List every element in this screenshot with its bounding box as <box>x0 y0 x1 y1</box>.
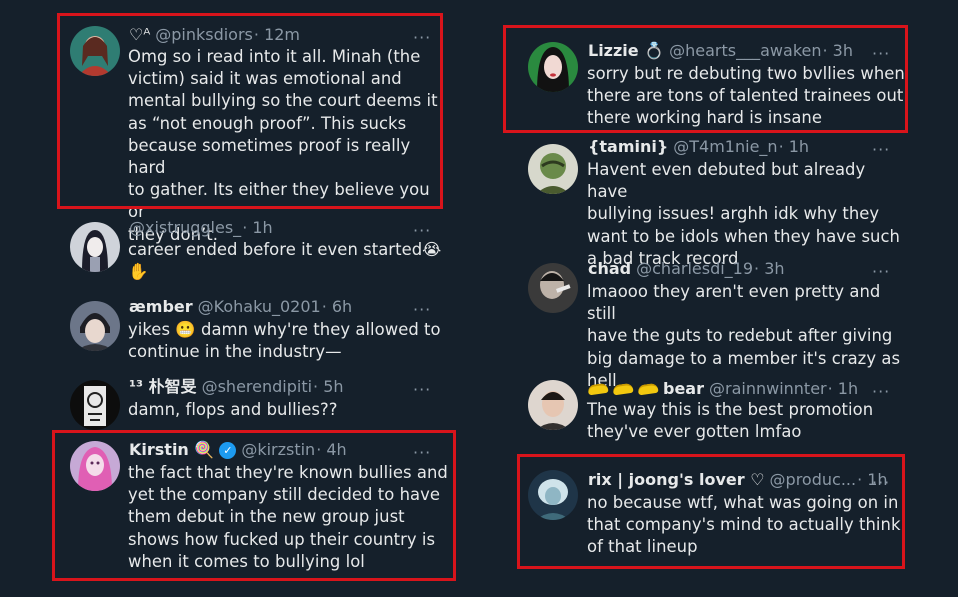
tweet-text: Havent even debuted but already have bul… <box>587 160 900 268</box>
avatar[interactable] <box>70 441 120 491</box>
avatar[interactable] <box>528 263 578 313</box>
handle[interactable]: @charlesdi_19 <box>636 259 753 279</box>
display-name[interactable]: ¹³ 朴智旻 <box>129 377 197 397</box>
display-name[interactable]: Kirstin 🍭 <box>129 440 214 460</box>
timestamp[interactable]: · 1h <box>242 218 273 238</box>
badge-symbol: ♡ᴬ <box>129 25 151 44</box>
handle[interactable]: @hearts___awaken <box>669 41 821 61</box>
more-options-icon[interactable]: ··· <box>872 384 890 400</box>
handle[interactable]: @xistruggles_ <box>129 218 241 238</box>
handle[interactable]: @kirzstin <box>241 440 315 460</box>
tweet-text: sorry but re debuting two bvllies when t… <box>587 64 905 128</box>
timestamp[interactable]: · 3h <box>754 259 785 279</box>
tweet-sherendipiti[interactable]: ¹³ 朴智旻 @sherendipiti · 5h ··· damn, flop… <box>0 374 470 430</box>
avatar[interactable] <box>528 470 578 520</box>
avatar[interactable] <box>528 144 578 194</box>
banana-emoji-icon <box>612 382 634 396</box>
tweet-kirzstin[interactable]: Kirstin 🍭 ✓ @kirzstin · 4h ··· the fact … <box>0 434 470 580</box>
more-options-icon[interactable]: ··· <box>872 264 890 280</box>
avatar[interactable] <box>70 26 120 76</box>
tweet-rainnwinnter[interactable]: bear @rainnwinnter · 1h ··· The way this… <box>488 377 958 447</box>
banana-emoji-icon <box>587 382 609 396</box>
more-options-icon[interactable]: ··· <box>413 382 431 398</box>
handle[interactable]: @pinksdiors <box>155 25 253 45</box>
banana-emoji-icon <box>637 382 659 396</box>
tweet-produc[interactable]: rix | joong's lover ♡ @produc... · 1h ··… <box>488 459 958 565</box>
avatar[interactable] <box>528 380 578 430</box>
tweet-text: The way this is the best promotion they'… <box>587 400 874 442</box>
timestamp[interactable]: · 1h <box>828 379 859 399</box>
tweet-pinksdiors[interactable]: ♡ᴬ @pinksdiors · 12m ··· Omg so i read i… <box>0 18 470 244</box>
display-name[interactable]: æmber <box>129 297 193 317</box>
timestamp[interactable]: · 12m <box>254 25 300 45</box>
tweet-text: yikes 😬 damn why're they allowed to cont… <box>128 320 441 362</box>
more-options-icon[interactable]: ··· <box>413 223 431 239</box>
avatar[interactable] <box>70 301 120 351</box>
tweet-xistruggles[interactable]: @xistruggles_ · 1h ··· career ended befo… <box>0 214 470 292</box>
display-name[interactable]: chad <box>588 259 631 279</box>
tweet-aember[interactable]: æmber @Kohaku_0201 · 6h ··· yikes 😬 damn… <box>0 295 470 369</box>
tweet-text: the fact that they're known bullies and … <box>128 463 448 571</box>
timestamp[interactable]: · 5h <box>313 377 344 397</box>
avatar[interactable] <box>528 42 578 92</box>
tweet-charlesdi[interactable]: chad @charlesdi_19 · 3h ··· lmaooo they … <box>488 257 958 390</box>
tweet-t4m1nie[interactable]: {tamini} @T4m1nie_n · 1h ··· Havent even… <box>488 135 958 268</box>
timestamp[interactable]: · 1h <box>779 137 810 157</box>
tweet-text: career ended before it even started😭 ✋ <box>128 240 442 282</box>
more-options-icon[interactable]: ··· <box>872 475 890 491</box>
more-options-icon[interactable]: ··· <box>872 142 890 158</box>
handle[interactable]: @Kohaku_0201 <box>198 297 321 317</box>
tweet-text: no because wtf, what was going on in tha… <box>587 493 901 557</box>
handle[interactable]: @sherendipiti <box>202 377 312 397</box>
handle[interactable]: @produc... <box>770 470 857 490</box>
handle[interactable]: @T4m1nie_n <box>673 137 777 157</box>
display-name[interactable]: bear <box>663 379 704 399</box>
timestamp[interactable]: · 6h <box>322 297 353 317</box>
tweet-hearts-awaken[interactable]: Lizzie 💍 @hearts___awaken · 3h ··· sorry… <box>488 30 958 130</box>
more-options-icon[interactable]: ··· <box>413 445 431 461</box>
tweet-text: lmaooo they aren't even pretty and still… <box>587 282 901 390</box>
timestamp[interactable]: · 4h <box>316 440 347 460</box>
more-options-icon[interactable]: ··· <box>872 46 890 62</box>
display-name[interactable]: rix | joong's lover ♡ <box>588 470 765 490</box>
handle[interactable]: @rainnwinnter <box>709 379 827 399</box>
display-name[interactable]: {tamini} <box>588 137 668 157</box>
more-options-icon[interactable]: ··· <box>413 30 431 46</box>
display-name[interactable]: Lizzie 💍 <box>588 41 664 61</box>
avatar[interactable] <box>70 380 120 430</box>
verified-badge-icon: ✓ <box>219 441 237 459</box>
avatar[interactable] <box>70 222 120 272</box>
more-options-icon[interactable]: ··· <box>413 302 431 318</box>
tweet-text: damn, flops and bullies?? <box>128 400 338 419</box>
timestamp[interactable]: · 3h <box>823 41 854 61</box>
